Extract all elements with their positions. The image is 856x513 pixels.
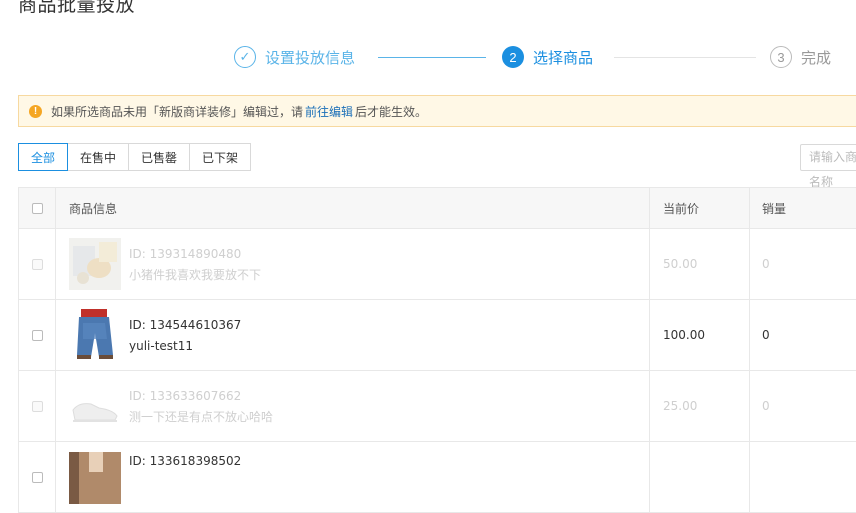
shorts-icon bbox=[69, 309, 121, 361]
photo-icon bbox=[69, 452, 121, 504]
product-id: ID: 133633607662 bbox=[129, 388, 242, 403]
product-id: ID: 134544610367 bbox=[129, 317, 242, 332]
product-sales: 0 bbox=[750, 300, 856, 370]
step-1-label: 设置投放信息 bbox=[265, 48, 356, 67]
product-name: yuli-test11 bbox=[129, 338, 194, 353]
alert-text-before: 如果所选商品未用「新版商详装修」编辑过，请 bbox=[51, 104, 304, 119]
row-checkbox bbox=[31, 258, 43, 270]
product-id: ID: 133618398502 bbox=[129, 454, 242, 468]
row-check-cell bbox=[19, 442, 56, 512]
step-3: 3 完成 bbox=[770, 45, 831, 69]
alert-text-after: 后才能生效。 bbox=[355, 104, 428, 119]
tab-all[interactable]: 全部 bbox=[18, 143, 68, 171]
status-filter-tabs: 全部 在售中 已售罄 已下架 bbox=[18, 143, 251, 171]
step-2-label: 选择商品 bbox=[533, 48, 594, 67]
row-checkbox bbox=[31, 400, 43, 412]
header-sales: 销量 bbox=[750, 188, 856, 228]
tab-on-sale[interactable]: 在售中 bbox=[67, 143, 129, 171]
table-row: ID: 139314890480 小猪件我喜欢我要放不下 50.00 0 bbox=[18, 229, 856, 300]
check-icon: ✓ bbox=[234, 46, 256, 68]
step-2-number: 2 bbox=[502, 46, 524, 68]
table-row: ID: 133633607662 测一下还是有点不放心哈哈 25.00 0 bbox=[18, 371, 856, 442]
row-check-cell bbox=[19, 300, 56, 370]
product-name: 测一下还是有点不放心哈哈 bbox=[129, 409, 274, 424]
go-edit-link[interactable]: 前往编辑 bbox=[305, 103, 353, 120]
photo-icon bbox=[69, 238, 121, 290]
header-check-cell bbox=[19, 188, 56, 228]
table-row[interactable]: ID: 133618398502 bbox=[18, 442, 856, 513]
row-check-cell bbox=[19, 371, 56, 441]
product-price bbox=[650, 442, 750, 512]
product-sales: 0 bbox=[750, 229, 856, 299]
step-3-label: 完成 bbox=[801, 48, 832, 67]
product-sales bbox=[750, 442, 856, 512]
product-price: 100.00 bbox=[650, 300, 750, 370]
product-id: ID: 139314890480 bbox=[129, 246, 242, 261]
tab-off-shelf[interactable]: 已下架 bbox=[189, 143, 251, 171]
step-connector-1 bbox=[378, 57, 486, 58]
notice-alert: ! 如果所选商品未用「新版商详装修」编辑过，请 前往编辑 后才能生效。 bbox=[18, 95, 856, 127]
table-row[interactable]: ID: 134544610367 yuli-test11 100.00 0 bbox=[18, 300, 856, 371]
row-info-cell: ID: 139314890480 小猪件我喜欢我要放不下 bbox=[56, 229, 650, 299]
product-sales: 0 bbox=[750, 371, 856, 441]
product-price: 25.00 bbox=[650, 371, 750, 441]
row-checkbox[interactable] bbox=[31, 329, 43, 341]
step-2: 2 选择商品 bbox=[502, 45, 593, 69]
page-title: 商品批量投放 bbox=[18, 0, 136, 16]
row-info-cell: ID: 133633607662 测一下还是有点不放心哈哈 bbox=[56, 371, 650, 441]
tab-sold-out[interactable]: 已售罄 bbox=[128, 143, 190, 171]
step-1: ✓ 设置投放信息 bbox=[234, 45, 355, 69]
product-table: 商品信息 当前价 销量 ID: 139314890480 小猪件我喜欢我要放不下 bbox=[18, 187, 856, 513]
step-progress: ✓ 设置投放信息 2 选择商品 3 完成 bbox=[0, 40, 856, 74]
table-header: 商品信息 当前价 销量 bbox=[18, 187, 856, 229]
header-info: 商品信息 bbox=[56, 188, 650, 228]
step-3-number: 3 bbox=[770, 46, 792, 68]
row-check-cell bbox=[19, 229, 56, 299]
sneaker-icon bbox=[69, 380, 121, 432]
row-checkbox[interactable] bbox=[31, 471, 43, 483]
select-all-checkbox[interactable] bbox=[31, 202, 43, 214]
product-name: 小猪件我喜欢我要放不下 bbox=[129, 267, 262, 282]
row-info-cell: ID: 133618398502 bbox=[56, 442, 650, 512]
row-info-cell: ID: 134544610367 yuli-test11 bbox=[56, 300, 650, 370]
step-connector-2 bbox=[614, 57, 756, 58]
product-price: 50.00 bbox=[650, 229, 750, 299]
header-price: 当前价 bbox=[650, 188, 750, 228]
exclamation-icon: ! bbox=[29, 104, 42, 118]
search-input[interactable]: 请输入商品名称 bbox=[800, 144, 856, 189]
